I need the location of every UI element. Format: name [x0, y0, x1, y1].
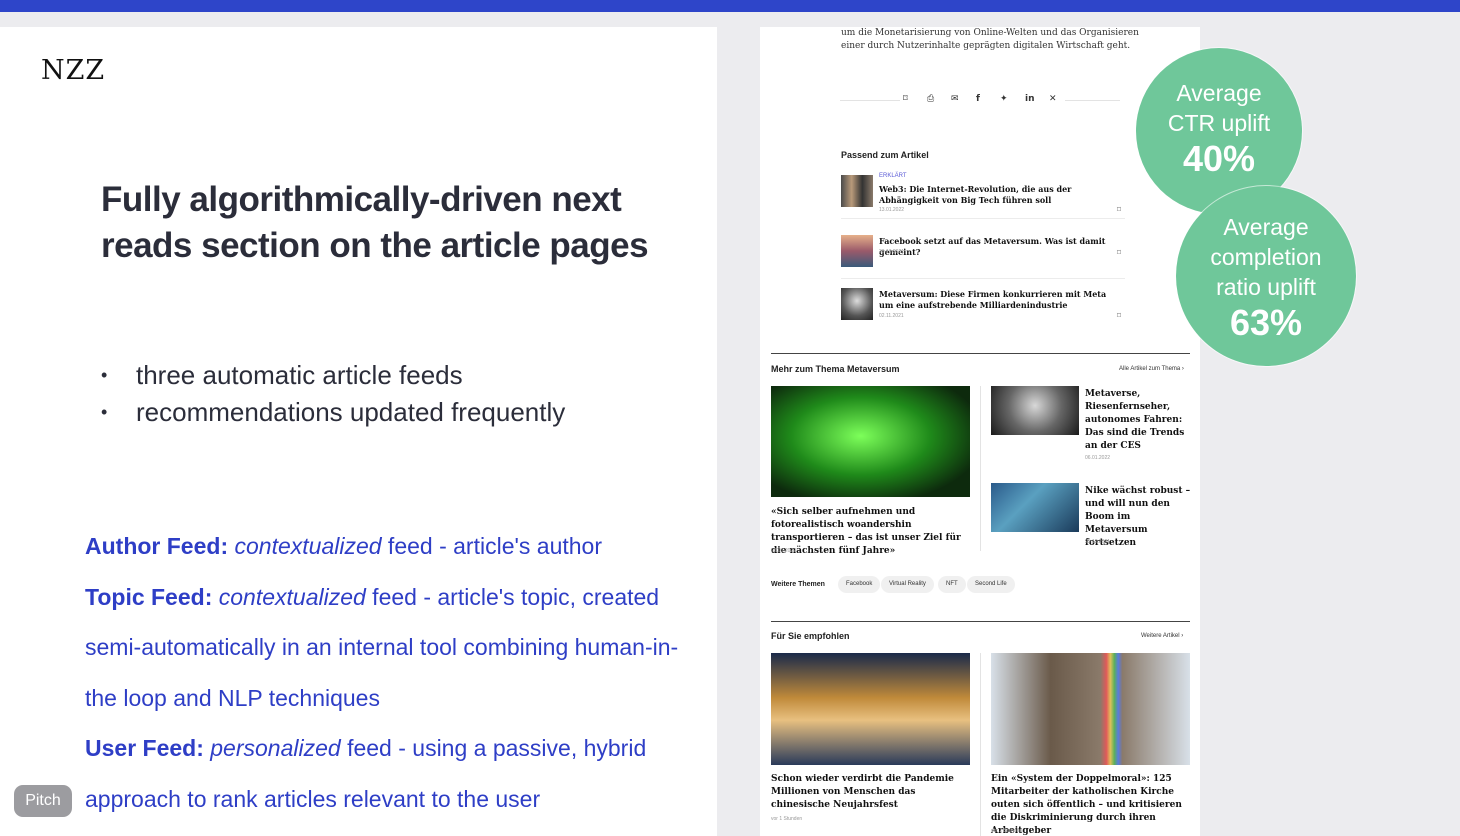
share-bar: ⌑ ⎙ ✉ f ✦ in ✕ [840, 93, 1120, 109]
mail-icon[interactable]: ✉ [951, 94, 959, 104]
bookmark-icon[interactable]: ⌑ [1117, 205, 1121, 214]
ctr-uplift-value: 40% [1182, 138, 1256, 179]
bullet-dot-icon: • [101, 402, 108, 422]
article-image[interactable] [771, 653, 970, 765]
facebook-icon[interactable]: f [976, 94, 980, 104]
more-articles-link[interactable]: Weitere Artikel › [1141, 633, 1183, 639]
theme-chip[interactable]: Second Life [967, 576, 1015, 593]
related-title: Metaversum: Diese Firmen konkurrieren mi… [879, 289, 1107, 310]
article-intro-text: um die Monetarisierung von Online-Welten… [841, 28, 1139, 51]
related-article-item[interactable]: Facebook setzt auf das Metaversum. Was i… [841, 235, 1125, 279]
related-thumbnail [841, 288, 873, 320]
share-divider [1065, 100, 1120, 101]
article-image[interactable] [991, 483, 1079, 532]
bookmark-icon[interactable]: ⌑ [1117, 311, 1121, 320]
theme-chip[interactable]: Facebook [838, 576, 881, 593]
user-feed-text: User Feed: personalized feed - using a p… [85, 735, 647, 812]
article-card-date: vor 2 Stunden [991, 828, 1023, 834]
related-article-item[interactable]: Metaversum: Diese Firmen konkurrieren mi… [841, 288, 1125, 332]
column-divider [980, 386, 981, 551]
article-card-title[interactable]: Ein «System der Doppelmoral»: 125 Mitarb… [991, 773, 1191, 836]
bullet-list: • three automatic article feeds • recommen… [101, 357, 565, 431]
article-card-title[interactable]: Schon wieder verdirbt die Pandemie Milli… [771, 773, 971, 812]
article-card-title[interactable]: «Sich selber aufnehmen und fotorealistis… [771, 506, 971, 558]
related-date: 29.10.2021 [879, 249, 905, 255]
completion-uplift-value: 63% [1229, 302, 1303, 343]
bookmark-icon[interactable]: ⌑ [1117, 248, 1121, 257]
bookmark-icon[interactable]: ⌑ [903, 94, 908, 104]
related-date: 13.01.2022 [879, 207, 905, 213]
slide-headline: Fully algorithmically-driven next reads … [101, 180, 649, 265]
pitch-badge[interactable]: Pitch [14, 785, 72, 817]
bullet-item: • three automatic article feeds [101, 357, 565, 394]
themes-label: Weitere Themen [771, 581, 825, 588]
related-kicker: ERKLÄRT [879, 173, 907, 179]
feed-descriptions: Author Feed: contextualized feed - artic… [85, 521, 695, 824]
related-article-item[interactable]: ERKLÄRT Web3: Die Internet-Revolution, d… [841, 173, 1125, 219]
article-image[interactable] [991, 386, 1079, 435]
article-card-date: 06.01.2022 [1085, 455, 1111, 461]
column-divider [980, 653, 981, 836]
article-card-title[interactable]: Metaverse, Riesenfernseher, autonomes Fa… [1085, 388, 1193, 453]
completion-uplift-bubble: Average completion ratio uplift 63% [1176, 186, 1356, 366]
theme-chip[interactable]: Virtual Reality [881, 576, 934, 593]
related-date: 02.11.2021 [879, 313, 904, 319]
related-section-title: Passend zum Artikel [841, 150, 929, 160]
article-card-date: vor 1 Stunden [771, 816, 803, 822]
foryou-section-title: Für Sie empfohlen [771, 631, 850, 641]
xing-icon[interactable]: ✕ [1049, 94, 1057, 104]
article-image[interactable] [991, 653, 1190, 765]
share-divider [840, 100, 900, 101]
linkedin-icon[interactable]: in [1025, 94, 1035, 104]
section-divider [771, 621, 1190, 622]
related-thumbnail [841, 175, 873, 207]
article-page-screenshot: um die Monetarisierung von Online-Welten… [760, 27, 1200, 836]
related-title: Web3: Die Internet-Revolution, die aus d… [879, 184, 1072, 205]
top-accent-bar [0, 0, 1460, 12]
related-thumbnail [841, 235, 873, 267]
article-card-date: 25.12.2021 [1085, 539, 1111, 545]
more-section-title: Mehr zum Thema Metaversum [771, 364, 900, 374]
all-articles-link[interactable]: Alle Artikel zum Thema › [1119, 366, 1184, 372]
article-image[interactable] [771, 386, 970, 497]
topic-feed-text: Topic Feed: contextualized feed - articl… [85, 583, 679, 711]
bullet-dot-icon: • [101, 365, 108, 385]
section-divider [771, 353, 1190, 354]
twitter-icon[interactable]: ✦ [1000, 94, 1008, 104]
author-feed-text: Author Feed: contextualized feed - artic… [85, 533, 602, 559]
nzz-logo: NZZ [41, 55, 106, 86]
theme-chip[interactable]: NFT [938, 576, 966, 593]
slide-left-panel: NZZ Fully algorithmically-driven next re… [0, 27, 717, 836]
print-icon[interactable]: ⎙ [927, 94, 934, 104]
bullet-item: • recommendations updated frequently [101, 394, 565, 431]
related-title: Facebook setzt auf das Metaversum. Was i… [879, 236, 1106, 257]
article-card-date: 22.01.2022 [771, 548, 797, 554]
